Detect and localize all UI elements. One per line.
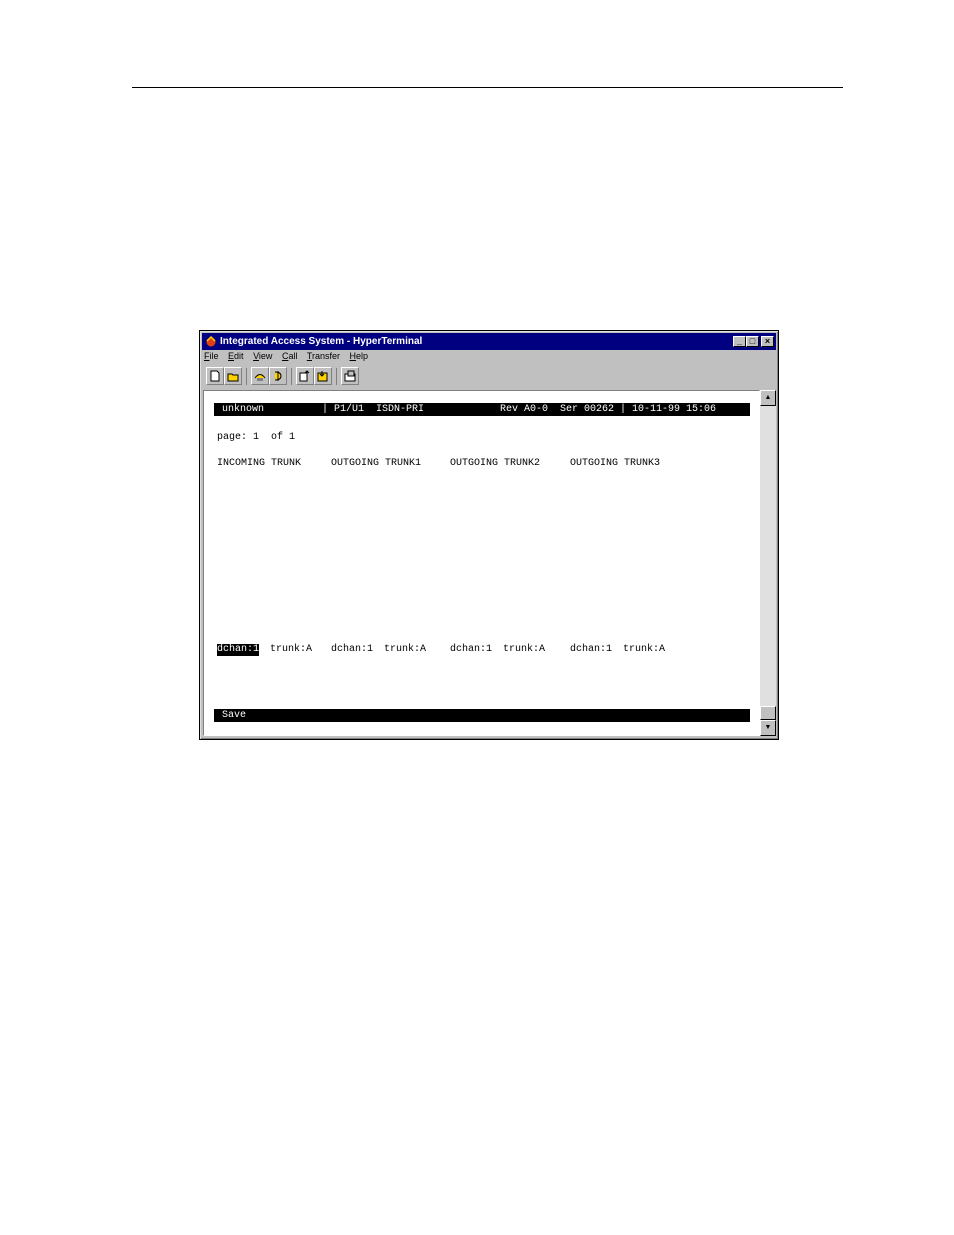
outgoing2-trunk-field[interactable]: trunk:A	[503, 644, 545, 656]
new-connection-button[interactable]	[206, 367, 224, 385]
menu-edit[interactable]: Edit	[228, 351, 244, 361]
properties-button[interactable]	[341, 367, 359, 385]
outgoing3-trunk-field[interactable]: trunk:A	[623, 644, 665, 656]
header-outgoing-trunk3: OUTGOING TRUNK3	[570, 458, 661, 469]
arrow-up-icon: ▲	[764, 394, 772, 401]
scroll-thumb[interactable]	[760, 706, 776, 720]
terminal-screen[interactable]: unknown | P1/U1 ISDN-PRI Rev A0-0 Ser 00…	[203, 390, 760, 736]
title-bar[interactable]: Integrated Access System - HyperTerminal…	[202, 333, 776, 350]
menu-view[interactable]: View	[253, 351, 272, 361]
new-icon	[210, 370, 220, 382]
maximize-button[interactable]: □	[746, 336, 759, 347]
terminal-status-bar: unknown | P1/U1 ISDN-PRI Rev A0-0 Ser 00…	[214, 403, 750, 416]
receive-button[interactable]	[314, 367, 332, 385]
incoming-dchan-field[interactable]: dchan:1	[217, 644, 260, 656]
close-button[interactable]: ×	[761, 336, 774, 347]
status-rev-serial-date: Rev A0-0 Ser 00262 | 10-11-99 15:06	[500, 404, 717, 415]
toolbar-separator	[291, 368, 292, 385]
send-button[interactable]	[296, 367, 314, 385]
menu-transfer[interactable]: Transfer	[307, 351, 340, 361]
outgoing1-dchan-field[interactable]: dchan:1	[331, 644, 373, 656]
toolbar-separator	[246, 368, 247, 385]
hyperterminal-app-icon	[206, 336, 216, 347]
scroll-down-button[interactable]: ▼	[760, 720, 776, 736]
header-incoming-trunk: INCOMING TRUNK	[217, 458, 302, 469]
outgoing1-trunk-field[interactable]: trunk:A	[384, 644, 426, 656]
page-header-rule	[132, 87, 843, 88]
minimize-button[interactable]: _	[733, 336, 746, 347]
open-button[interactable]	[224, 367, 242, 385]
menu-help[interactable]: Help	[350, 351, 369, 361]
close-icon: ×	[764, 336, 771, 346]
arrow-down-icon: ▼	[764, 724, 772, 731]
receive-icon	[317, 371, 328, 382]
send-icon	[299, 370, 310, 382]
save-command[interactable]: Save	[222, 709, 246, 722]
header-outgoing-trunk1: OUTGOING TRUNK1	[331, 458, 422, 469]
outgoing2-dchan-field[interactable]: dchan:1	[450, 644, 492, 656]
disconnect-icon	[274, 371, 282, 381]
scroll-up-button[interactable]: ▲	[760, 390, 776, 406]
menu-file[interactable]: File	[204, 351, 219, 361]
command-bar: Save	[214, 709, 750, 722]
status-system-name: unknown	[222, 404, 265, 415]
toolbar-separator	[336, 368, 337, 385]
incoming-trunk-field[interactable]: trunk:A	[270, 644, 312, 656]
maximize-icon: □	[749, 336, 756, 346]
page-indicator: page: 1 of 1	[217, 432, 296, 443]
properties-icon	[344, 370, 356, 382]
hyperterminal-window: Integrated Access System - HyperTerminal…	[199, 330, 779, 740]
menu-bar: File Edit View Call Transfer Help	[204, 351, 375, 365]
menu-call[interactable]: Call	[282, 351, 298, 361]
status-module: | P1/U1 ISDN-PRI	[322, 404, 425, 415]
connect-button[interactable]	[251, 367, 269, 385]
window-title: Integrated Access System - HyperTerminal	[220, 336, 423, 347]
connect-icon	[254, 374, 266, 381]
header-outgoing-trunk2: OUTGOING TRUNK2	[450, 458, 541, 469]
outgoing3-dchan-field[interactable]: dchan:1	[570, 644, 612, 656]
minimize-icon: _	[736, 336, 742, 346]
disconnect-button[interactable]	[269, 367, 287, 385]
vertical-scrollbar[interactable]: ▲ ▼	[760, 390, 776, 736]
open-icon	[227, 373, 239, 382]
